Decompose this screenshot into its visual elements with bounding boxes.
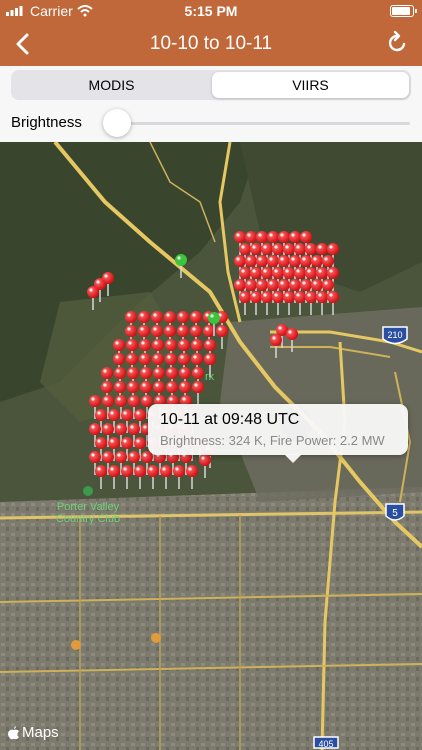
- highway-405-shield: 405: [313, 736, 339, 749]
- battery-icon: [390, 5, 417, 17]
- fire-detail-callout[interactable]: 10-11 at 09:48 UTC Brightness: 324 K, Fi…: [148, 404, 408, 463]
- segment-modis[interactable]: MODIS: [13, 72, 210, 98]
- svg-text:5: 5: [392, 508, 398, 519]
- callout-subtitle: Brightness: 324 K, Fire Power: 2.2 MW: [160, 433, 385, 448]
- brightness-slider-thumb[interactable]: [103, 109, 131, 137]
- maps-label: Maps: [22, 724, 59, 741]
- svg-text:210: 210: [387, 330, 402, 340]
- school-icon: [151, 633, 161, 643]
- poi-icon: [71, 640, 81, 650]
- park-label-line2: Country Club: [56, 513, 120, 525]
- navigation-bar: 10-10 to 10-11: [0, 22, 422, 66]
- status-bar: Carrier 5:15 PM: [0, 0, 422, 22]
- refresh-icon[interactable]: [384, 30, 410, 56]
- satellite-map[interactable]: 210 5 405 Porter Valley Country Club rk …: [0, 142, 422, 750]
- apple-maps-attribution: Maps: [8, 724, 59, 741]
- page-title: 10-10 to 10-11: [149, 33, 273, 54]
- header: Carrier 5:15 PM 10-10 to 10-11: [0, 0, 422, 66]
- status-time: 5:15 PM: [184, 3, 238, 19]
- satellite-segmented-control: MODIS VIIRS: [11, 70, 411, 100]
- satellite-selector-bar: MODIS VIIRS: [0, 66, 422, 104]
- callout-title: 10-11 at 09:48 UTC: [160, 411, 300, 428]
- brightness-filter: Brightness: [0, 104, 422, 142]
- highway-210-shield: 210: [382, 326, 408, 345]
- svg-text:405: 405: [318, 739, 333, 749]
- brightness-slider-track[interactable]: [118, 122, 410, 125]
- segment-viirs[interactable]: VIIRS: [212, 72, 409, 98]
- apple-logo-icon: [8, 725, 19, 739]
- brightness-label: Brightness: [11, 114, 82, 131]
- golf-icon: [83, 486, 93, 496]
- highway-5-shield: 5: [385, 503, 405, 521]
- callout-pointer: [284, 454, 302, 463]
- park-label-line1: Porter Valley: [57, 501, 120, 513]
